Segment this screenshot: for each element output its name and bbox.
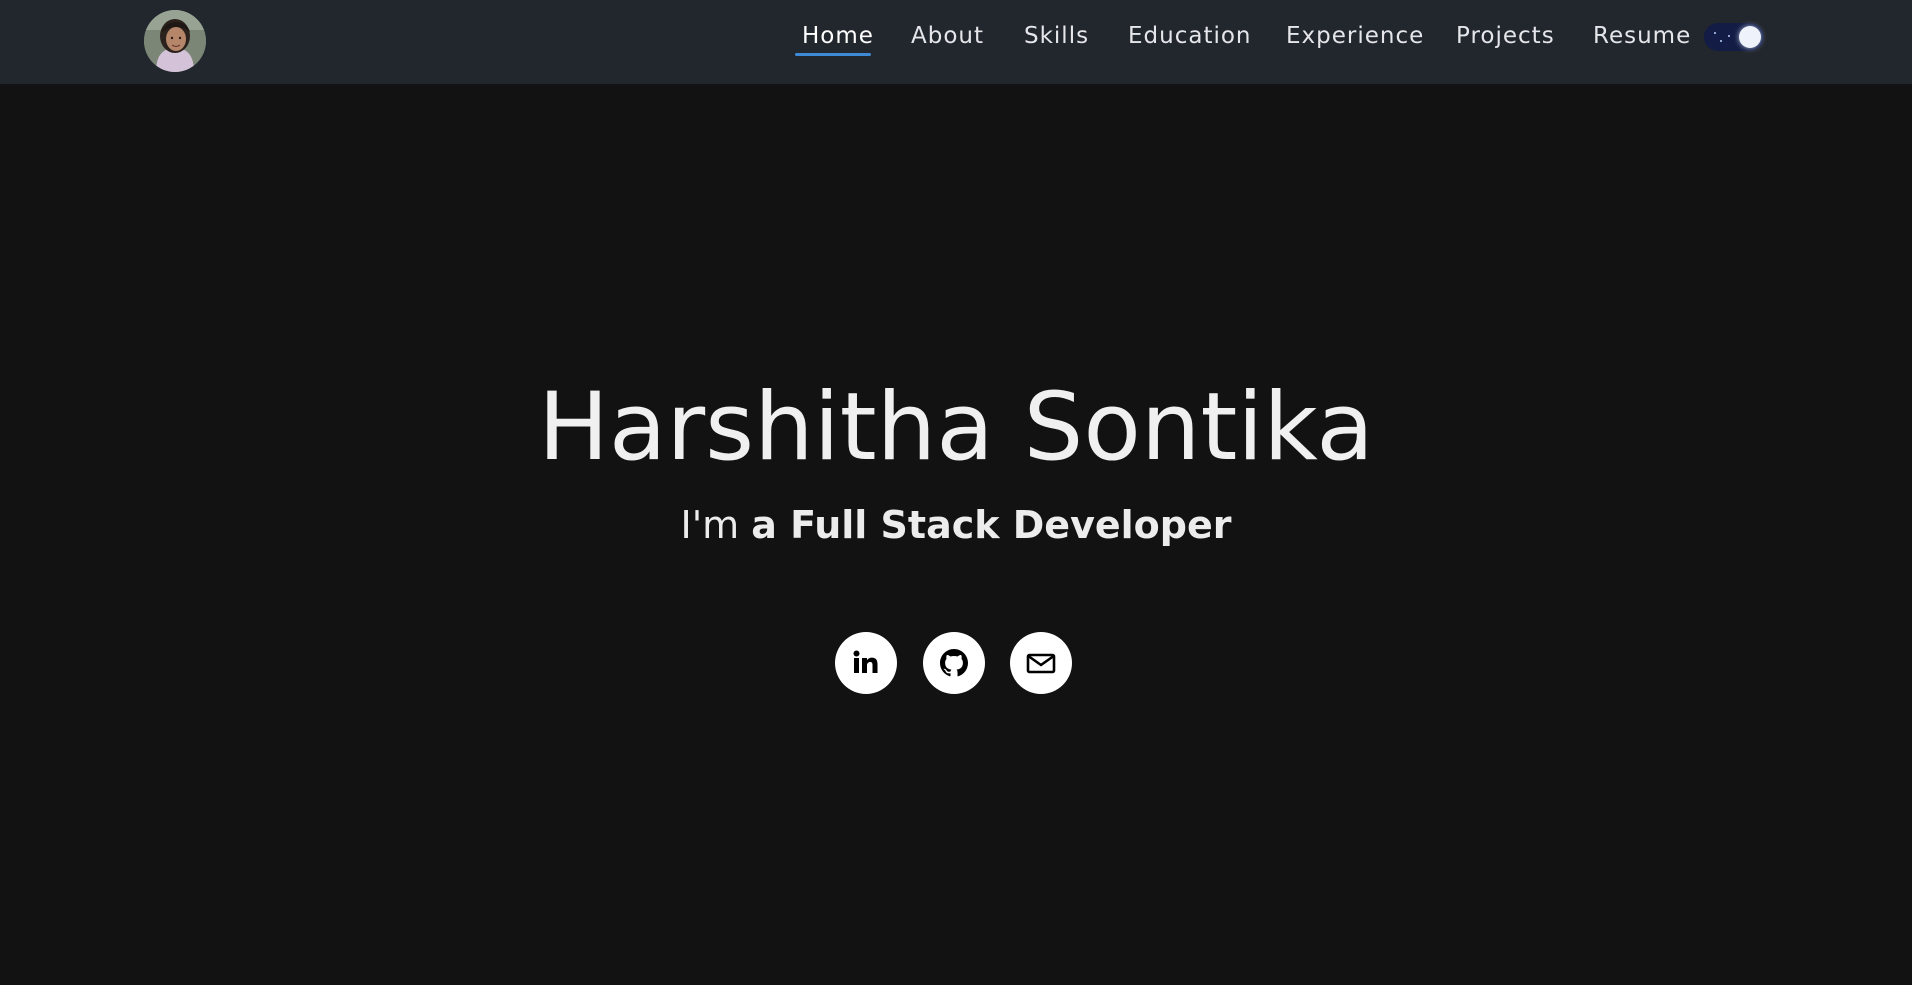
hero-subtitle-lead: I'm [680, 503, 752, 547]
nav-experience[interactable]: Experience [1286, 21, 1424, 51]
mail-icon [1026, 653, 1056, 674]
github-button[interactable] [923, 632, 985, 694]
nav-home[interactable]: Home [802, 21, 874, 51]
email-button[interactable] [1010, 632, 1072, 694]
hero-subtitle: I'm a Full Stack Developer [0, 502, 1912, 548]
star-icon [1720, 40, 1722, 42]
social-links [0, 632, 1912, 694]
nav-skills[interactable]: Skills [1024, 21, 1089, 51]
avatar-photo [144, 10, 206, 72]
navbar: Home About Skills Education Experience P… [0, 0, 1912, 84]
linkedin-icon [853, 650, 878, 673]
nav-active-indicator [795, 53, 871, 56]
github-icon [940, 649, 968, 677]
hero-name: Harshitha Sontika [538, 373, 1374, 482]
star-icon [1714, 32, 1716, 34]
moon-stars-icon [1739, 26, 1761, 48]
nav-about[interactable]: About [911, 21, 984, 51]
linkedin-button[interactable] [835, 632, 897, 694]
nav-resume[interactable]: Resume [1593, 21, 1691, 51]
nav-projects[interactable]: Projects [1456, 21, 1555, 51]
nav-education[interactable]: Education [1128, 21, 1252, 51]
avatar[interactable] [144, 10, 206, 72]
theme-toggle[interactable] [1704, 23, 1764, 51]
hero-subtitle-role: a Full Stack Developer [751, 503, 1232, 547]
star-icon [1728, 35, 1730, 37]
